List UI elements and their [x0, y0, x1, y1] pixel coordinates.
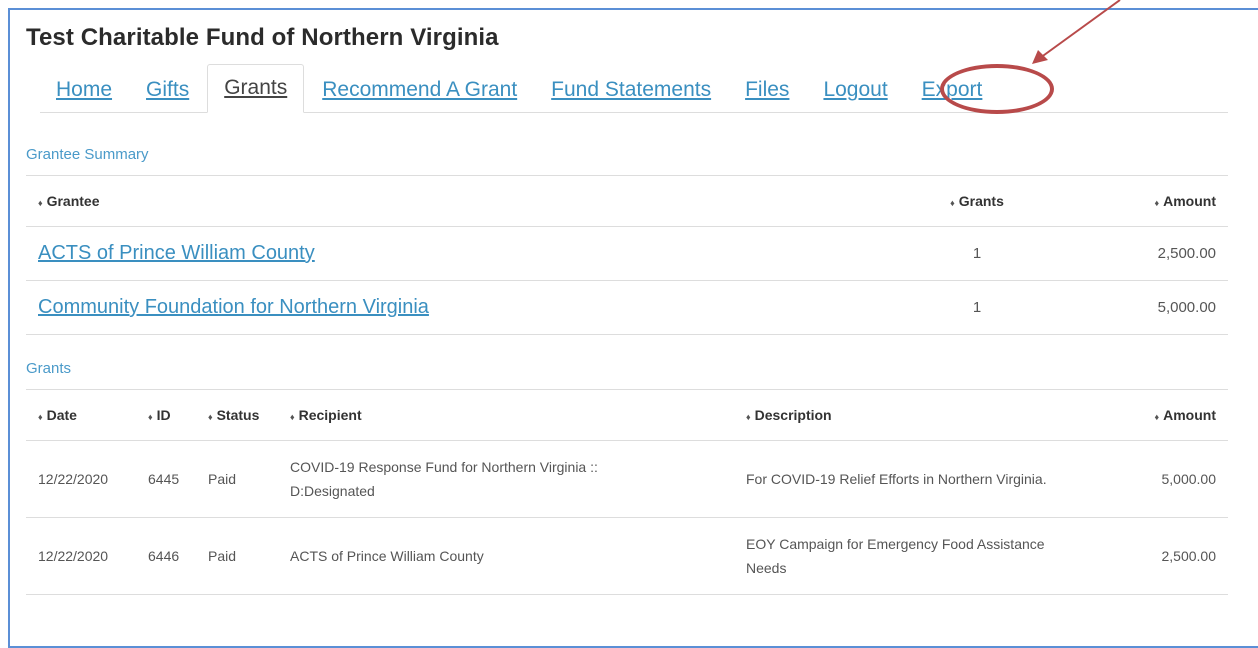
sort-icon: ♦ — [746, 412, 751, 422]
grant-description: EOY Campaign for Emergency Food Assistan… — [734, 517, 1124, 595]
grantee-amount: 5,000.00 — [1044, 280, 1228, 335]
grant-id: 6445 — [136, 440, 196, 518]
fund-nav-tabs: Home Gifts Grants Recommend A Grant Fund… — [40, 64, 1228, 113]
grant-status: Paid — [196, 517, 278, 595]
sort-icon: ♦ — [148, 412, 153, 422]
table-row: ACTS of Prince William County 1 2,500.00 — [26, 226, 1228, 281]
sort-icon: ♦ — [38, 412, 43, 422]
amount-column-header[interactable]: ♦ Amount — [1044, 175, 1228, 227]
grants-count: 1 — [910, 280, 1044, 335]
tab-home[interactable]: Home — [40, 78, 128, 112]
tab-logout[interactable]: Logout — [807, 78, 903, 112]
grantee-summary-table: ♦ Grantee ♦ Grants ♦ Amount ACTS of Prince … — [26, 175, 1228, 335]
grants-heading: Grants — [26, 360, 72, 377]
grant-date: 12/22/2020 — [26, 517, 136, 595]
tab-export[interactable]: Export — [906, 78, 999, 112]
amount-column-header[interactable]: ♦ Amount — [1124, 389, 1228, 441]
grant-recipient: ACTS of Prince William County — [278, 517, 734, 595]
grantee-link[interactable]: ACTS of Prince William County — [38, 242, 315, 264]
tab-fund-statements[interactable]: Fund Statements — [535, 78, 727, 112]
page-title: Test Charitable Fund of Northern Virgini… — [26, 24, 499, 51]
grant-date: 12/22/2020 — [26, 440, 136, 518]
sort-icon: ♦ — [208, 412, 213, 422]
tab-gifts[interactable]: Gifts — [130, 78, 205, 112]
grants-column-header[interactable]: ♦ Grants — [910, 175, 1044, 227]
status-column-header[interactable]: ♦ Status — [196, 389, 278, 441]
table-header-row: ♦ Grantee ♦ Grants ♦ Amount — [26, 175, 1228, 227]
description-column-header[interactable]: ♦ Description — [734, 389, 1124, 441]
sort-icon: ♦ — [38, 198, 43, 208]
id-column-header[interactable]: ♦ ID — [136, 389, 196, 441]
tab-grants[interactable]: Grants — [207, 64, 305, 113]
date-column-header[interactable]: ♦ Date — [26, 389, 136, 441]
grant-id: 6446 — [136, 517, 196, 595]
sort-icon: ♦ — [1154, 198, 1160, 208]
grant-amount: 2,500.00 — [1124, 517, 1228, 595]
grant-description: For COVID-19 Relief Efforts in Northern … — [734, 440, 1124, 518]
grantee-column-header[interactable]: ♦ Grantee — [26, 175, 910, 227]
table-row: 12/22/2020 6445 Paid COVID-19 Response F… — [26, 440, 1228, 518]
tab-recommend-a-grant[interactable]: Recommend A Grant — [306, 78, 533, 112]
table-header-row: ♦ Date ♦ ID ♦ Status ♦ Recipient ♦ Descriptio… — [26, 389, 1228, 441]
sort-icon: ♦ — [950, 198, 955, 208]
grantee-summary-heading: Grantee Summary — [26, 146, 149, 163]
grant-amount: 5,000.00 — [1124, 440, 1228, 518]
recipient-column-header[interactable]: ♦ Recipient — [278, 389, 734, 441]
tab-files[interactable]: Files — [729, 78, 805, 112]
grantee-amount: 2,500.00 — [1044, 226, 1228, 281]
sort-icon: ♦ — [1154, 412, 1160, 422]
grantee-link[interactable]: Community Foundation for Northern Virgin… — [38, 296, 429, 318]
grants-count: 1 — [910, 226, 1044, 281]
grant-status: Paid — [196, 440, 278, 518]
sort-icon: ♦ — [290, 412, 295, 422]
grant-recipient: COVID-19 Response Fund for Northern Virg… — [278, 440, 734, 518]
table-row: 12/22/2020 6446 Paid ACTS of Prince Will… — [26, 517, 1228, 595]
table-row: Community Foundation for Northern Virgin… — [26, 280, 1228, 335]
grants-table: ♦ Date ♦ ID ♦ Status ♦ Recipient ♦ Descriptio… — [26, 389, 1228, 595]
